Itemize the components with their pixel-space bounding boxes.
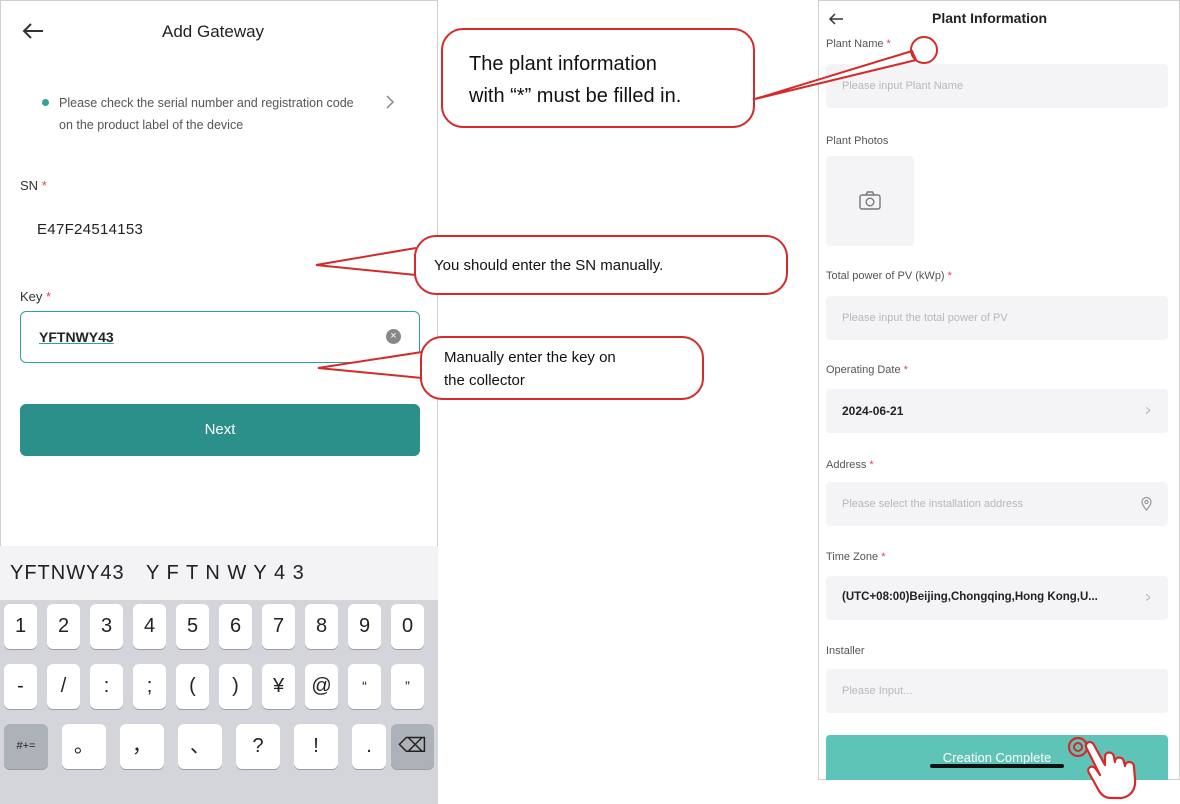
callout-plant-info-line2: with “*” must be filled in. [469,85,682,107]
callout-sn: You should enter the SN manually. [414,235,788,295]
callout-key: Manually enter the key on the collector [420,336,704,400]
callout-sn-text: You should enter the SN manually. [434,257,664,274]
callout-key-line2: the collector [444,372,525,389]
callout-plant-info-line1: The plant information [469,53,657,75]
callout-plant-info: The plant information with “*” must be f… [441,28,755,128]
hand-pointer-icon [1084,740,1137,800]
callout-key-line1: Manually enter the key on [444,349,616,366]
